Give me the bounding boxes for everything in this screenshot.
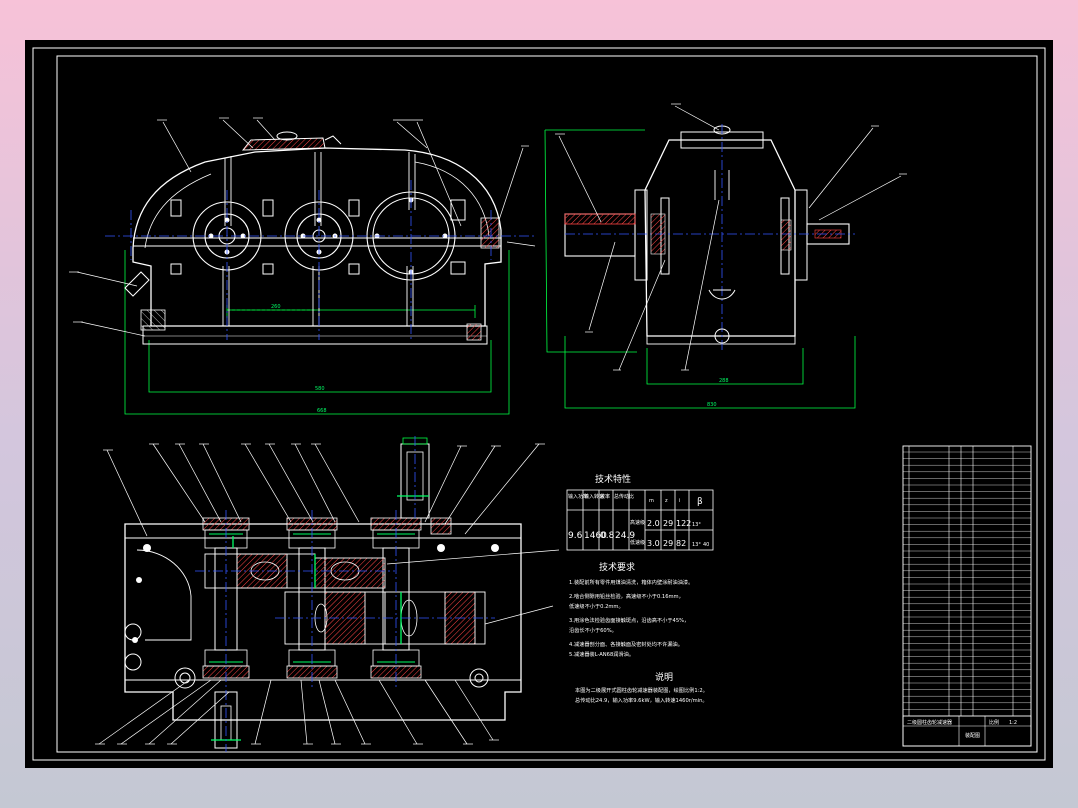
parts-list xyxy=(902,445,1032,747)
notes-block: 说明 本图为二级展开式圆柱齿轮减速器装配图，绘图比例1:2。 总传动比24.9，… xyxy=(575,671,708,704)
spec-header-z: z xyxy=(665,498,668,504)
spec-power-value: 9.6 xyxy=(568,531,583,541)
tech-req-line: 2.啮合侧隙用铅丝检验，高速级不小于0.16mm， xyxy=(569,592,684,600)
spec-efficiency-value: 0.8 xyxy=(600,531,615,541)
title-label-assembly: 装配图 xyxy=(965,732,980,739)
title-block: 二级圆柱齿轮减速器 装配图 比例 1:2 xyxy=(902,715,1032,747)
notes-line: 总传动比24.9，输入功率9.6kW，输入转速1460r/min。 xyxy=(575,696,708,704)
tech-req-line: 5.减速器装L-AN68润滑油。 xyxy=(569,650,634,658)
side-view: 830 288 xyxy=(544,105,902,409)
tech-req-line: 沿齿长不小于60%。 xyxy=(569,626,617,634)
tech-spec-block: 技术特性 输入功率 输入转速 效率 总传动比 m z i β 9.6 1460 … xyxy=(566,473,714,551)
svg-text:288: 288 xyxy=(719,378,729,384)
svg-text:260: 260 xyxy=(271,304,281,310)
spec-header-efficiency: 效率 xyxy=(600,493,610,500)
svg-text:580: 580 xyxy=(315,386,325,392)
spec-low-i: 82 xyxy=(676,539,686,548)
spec-stage-low: 低速级 xyxy=(630,539,645,546)
spec-low-extra: 40 xyxy=(703,542,709,548)
tech-req-line: 4.减速器剖分面、各接触面及密封处均不许漏油。 xyxy=(569,640,683,648)
spec-low-z: 29 xyxy=(663,539,673,548)
front-view: 260 580 668 xyxy=(76,119,537,415)
spec-header-beta: β xyxy=(697,497,703,507)
tech-req-line: 1.装配前所有零件用煤油清洗，箱体内壁涂耐油油漆。 xyxy=(569,578,693,586)
section-view xyxy=(98,436,560,752)
spec-high-z: 29 xyxy=(663,519,673,528)
drawing-sheet: 260 580 668 830 288 技术特性 输入功率 输入转速 效率 总传… xyxy=(25,40,1053,768)
spec-header-ratio: 总传动比 xyxy=(614,493,634,500)
svg-text:668: 668 xyxy=(317,408,327,414)
spec-high-beta: 13° xyxy=(692,522,701,528)
tech-req-line: 3.用涂色法检验齿面接触斑点，沿齿高不小于45%， xyxy=(569,616,689,624)
spec-high-m: 2.0 xyxy=(647,519,660,528)
title-label-scale-value: 1:2 xyxy=(1009,720,1017,726)
notes-title: 说明 xyxy=(655,671,673,683)
tech-spec-title: 技术特性 xyxy=(595,473,631,485)
spec-low-m: 3.0 xyxy=(647,539,660,548)
spec-header-i: i xyxy=(679,498,680,504)
spec-low-beta: 13° xyxy=(692,542,701,548)
svg-text:830: 830 xyxy=(707,402,717,408)
title-label-scale: 比例 xyxy=(989,719,999,726)
cad-drawing: 260 580 668 830 288 技术特性 输入功率 输入转速 效率 总传… xyxy=(32,47,1046,761)
drawing-name: 二级圆柱齿轮减速器 xyxy=(907,719,952,726)
spec-high-i: 122 xyxy=(676,519,691,528)
tech-req-title: 技术要求 xyxy=(599,561,635,573)
outer-frame xyxy=(32,47,1046,761)
inner-frame xyxy=(56,55,1038,753)
spec-header-m: m xyxy=(649,498,654,504)
spec-stage-high: 高速级 xyxy=(630,519,645,526)
tech-req-line: 低速级不小于0.2mm。 xyxy=(569,602,624,610)
notes-line: 本图为二级展开式圆柱齿轮减速器装配图，绘图比例1:2。 xyxy=(575,686,708,694)
tech-requirements-block: 技术要求 1.装配前所有零件用煤油清洗，箱体内壁涂耐油油漆。 2.啮合侧隙用铅丝… xyxy=(569,561,693,658)
